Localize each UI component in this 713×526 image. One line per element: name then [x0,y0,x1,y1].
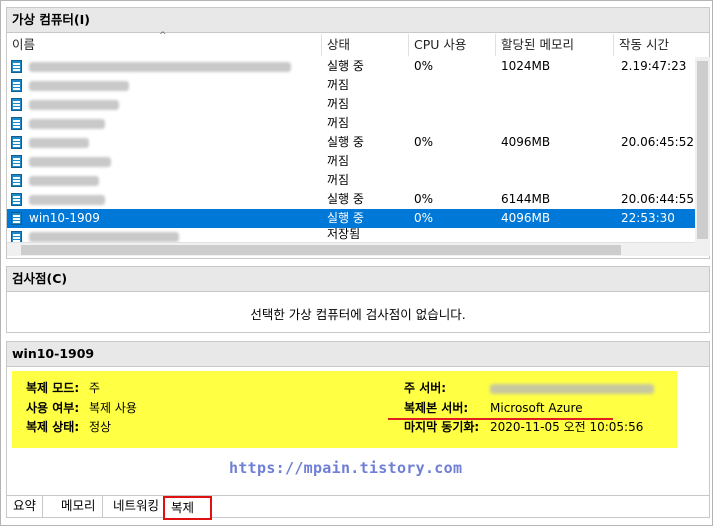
tab-networking[interactable]: 네트워킹 [107,496,167,518]
details-tab-bar: 요약 메모리 네트워킹 복제 [7,495,709,520]
vm-state: 꺼짐 [327,97,350,111]
hyperv-manager-window: 가상 컴퓨터(I) 이름 ^ 상태 CPU 사용 할당된 메모리 작동 시간 실… [0,0,713,526]
vm-memory: 1024MB [501,59,551,73]
last-sync-value: 2020-11-05 오전 10:05:56 [490,420,644,434]
column-cpu[interactable]: CPU 사용 [409,34,496,56]
column-uptime[interactable]: 작동 시간 [614,34,695,56]
replication-mode-label: 복제 모드: [26,381,80,395]
vm-icon [11,60,22,73]
redacted-name [29,100,119,110]
vm-row[interactable]: 실행 중 0% 6144MB 20.06:44:55 [7,190,711,209]
vm-state: 꺼짐 [327,173,350,187]
scroll-thumb[interactable] [21,245,621,255]
scroll-thumb[interactable] [697,61,708,239]
tab-summary[interactable]: 요약 [7,496,44,518]
vm-icon [11,231,22,242]
vm-memory: 4096MB [501,211,551,225]
vm-state: 꺼짐 [327,116,350,130]
vm-cpu: 0% [414,135,434,149]
replication-mode-value: 주 [89,381,101,395]
redacted-name [29,176,99,186]
vm-row[interactable]: 저장됨 [7,228,711,242]
vm-icon [11,193,22,206]
checkpoint-panel: 선택한 가상 컴퓨터에 검사점이 없습니다. [6,292,710,333]
tab-replication[interactable]: 복제 [163,496,212,520]
vm-uptime: 2.19:47:23 [621,59,687,73]
replica-server-label: 복제본 서버: [404,401,469,415]
vm-cpu: 0% [414,59,434,73]
vm-row[interactable]: 꺼짐 [7,171,711,190]
redacted-name [29,195,105,205]
vm-row[interactable]: 꺼짐 [7,114,711,133]
redacted-name [29,138,89,148]
vm-row[interactable]: 실행 중 0% 1024MB 2.19:47:23 [7,57,711,76]
checkpoint-panel-header: 검사점(C) [6,266,710,292]
vm-state: 꺼짐 [327,78,350,92]
vm-uptime: 20.06:44:55 [621,192,694,206]
vm-state: 실행 중 [327,59,364,73]
redacted-name [29,81,129,91]
vm-row-selected[interactable]: win10-1909 실행 중 0% 4096MB 22:53:30 [7,209,695,228]
vm-state: 실행 중 [327,211,364,225]
replication-health-label: 복제 상태: [26,420,80,434]
vm-cpu: 0% [414,211,434,225]
vm-icon [11,174,22,187]
vm-uptime: 22:53:30 [621,211,675,225]
column-state[interactable]: 상태 [322,34,409,56]
vm-icon [11,212,22,225]
replication-enabled-label: 사용 여부: [26,401,80,415]
primary-server-label: 주 서버: [404,381,447,395]
horizontal-scrollbar[interactable] [7,242,695,256]
vm-state: 꺼짐 [327,154,350,168]
redacted-name [29,157,111,167]
redacted-name [29,119,105,129]
vm-name: win10-1909 [29,211,100,225]
tab-memory[interactable]: 메모리 [55,496,103,518]
replication-health-value: 정상 [89,420,112,434]
last-sync-label: 마지막 동기화: [404,420,480,434]
vm-icon [11,117,22,130]
vm-panel-header: 가상 컴퓨터(I) [6,7,710,33]
vm-row[interactable]: 꺼짐 [7,76,711,95]
vm-cpu: 0% [414,192,434,206]
vm-memory: 6144MB [501,192,551,206]
vm-row[interactable]: 실행 중 0% 4096MB 20.06:45:52 [7,133,711,152]
vm-state: 저장됨 [327,228,361,241]
sort-ascending-icon: ^ [159,31,167,41]
vm-row[interactable]: 꺼짐 [7,95,711,114]
vm-row[interactable]: 꺼짐 [7,152,711,171]
column-memory[interactable]: 할당된 메모리 [496,34,614,56]
replication-enabled-value: 복제 사용 [89,401,137,415]
vm-uptime: 20.06:45:52 [621,135,694,149]
vm-icon [11,98,22,111]
vm-state: 실행 중 [327,192,364,206]
details-panel-header: win10-1909 [6,341,710,367]
vm-icon [11,79,22,92]
vm-icon [11,136,22,149]
checkpoint-empty-message: 선택한 가상 컴퓨터에 검사점이 없습니다. [250,307,466,322]
redacted-name [29,232,179,242]
watermark-text: https://mpain.tistory.com [229,459,463,477]
redacted-name [29,62,291,72]
vm-memory: 4096MB [501,135,551,149]
vertical-scrollbar[interactable] [695,57,710,256]
vm-icon [11,155,22,168]
replica-server-value: Microsoft Azure [490,401,583,415]
vm-state: 실행 중 [327,135,364,149]
redacted-primary-server [490,384,654,394]
